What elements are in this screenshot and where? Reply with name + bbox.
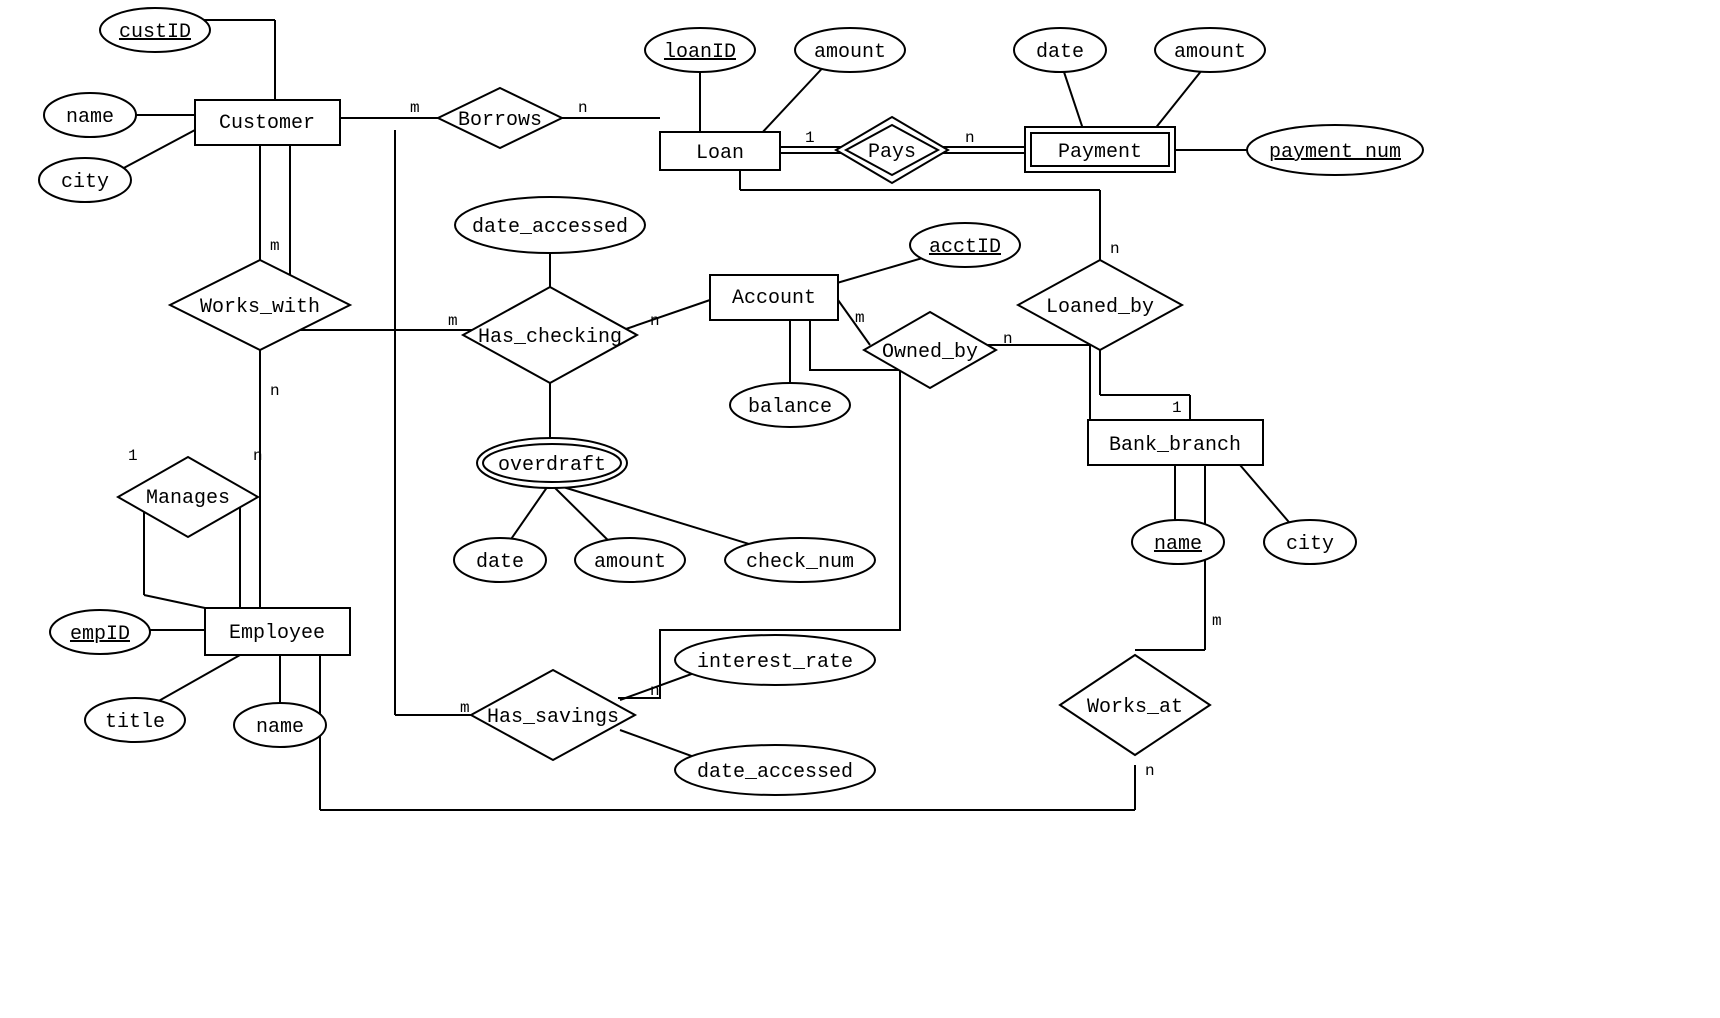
attr-empid-label: empID xyxy=(70,623,130,646)
attr-bb-city: city xyxy=(1264,520,1356,564)
card-borrows-m: m xyxy=(410,99,420,117)
card-ww-m: m xyxy=(270,237,280,255)
attr-hs-date-accessed-label: date_accessed xyxy=(697,761,853,784)
attr-pay-amount-label: amount xyxy=(1174,41,1246,64)
attr-balance-label: balance xyxy=(748,396,832,419)
card-ob-m: m xyxy=(855,309,865,327)
attr-emp-name: name xyxy=(234,703,326,747)
attr-acctid-label: acctID xyxy=(929,236,1001,259)
rel-has-savings-label: Has_savings xyxy=(487,706,619,729)
rel-has-checking-label: Has_checking xyxy=(478,326,622,349)
attr-hs-interest: interest_rate xyxy=(675,635,875,685)
attr-hc-date-accessed: date_accessed xyxy=(455,197,645,253)
card-ww-n: n xyxy=(270,382,280,400)
card-wa-m: m xyxy=(1212,612,1222,630)
attr-loanid-label: loanID xyxy=(664,41,736,64)
attr-loan-amount: amount xyxy=(795,28,905,72)
attr-pay-date-label: date xyxy=(1036,41,1084,64)
attr-payment-num: payment_num xyxy=(1247,125,1423,175)
attr-emp-title: title xyxy=(85,698,185,742)
attr-cust-city-label: city xyxy=(61,171,109,194)
rel-has-checking: Has_checking xyxy=(463,287,637,383)
attr-cust-name: name xyxy=(44,93,136,137)
attr-cust-name-label: name xyxy=(66,106,114,129)
rel-borrows: Borrows xyxy=(438,88,562,148)
attr-od-checknum: check_num xyxy=(725,538,875,582)
attr-od-date: date xyxy=(454,538,546,582)
rel-works-at: Works_at xyxy=(1060,655,1210,755)
rel-loaned-by: Loaned_by xyxy=(1018,260,1182,350)
rel-manages-label: Manages xyxy=(146,487,230,510)
rel-works-at-label: Works_at xyxy=(1087,696,1183,719)
entity-customer-label: Customer xyxy=(219,112,315,135)
entity-payment-label: Payment xyxy=(1058,141,1142,164)
rel-pays-label: Pays xyxy=(868,141,916,164)
entity-employee: Employee xyxy=(205,608,350,655)
attr-loanid: loanID xyxy=(645,28,755,72)
attr-od-amount: amount xyxy=(575,538,685,582)
attr-cust-city: city xyxy=(39,158,131,202)
rel-manages: Manages xyxy=(118,457,258,537)
card-mgr-n: n xyxy=(253,447,263,465)
attr-overdraft: overdraft xyxy=(477,438,627,488)
card-hs-n: n xyxy=(650,682,660,700)
card-borrows-n: n xyxy=(578,99,588,117)
attr-balance: balance xyxy=(730,383,850,427)
attr-hc-date-accessed-label: date_accessed xyxy=(472,216,628,239)
rel-works-with-label: Works_with xyxy=(200,296,320,319)
rel-loaned-by-label: Loaned_by xyxy=(1046,296,1154,319)
entity-employee-label: Employee xyxy=(229,622,325,645)
card-hc-n: n xyxy=(650,312,660,330)
entity-payment: Payment xyxy=(1025,127,1175,172)
card-mgr-1: 1 xyxy=(128,447,138,465)
attr-hs-interest-label: interest_rate xyxy=(697,651,853,674)
card-ob-n: n xyxy=(1003,330,1013,348)
attr-bb-name-label: name xyxy=(1154,533,1202,556)
er-diagram: Customer Employee Loan Payment Account B… xyxy=(0,0,1720,1018)
attr-pay-date: date xyxy=(1014,28,1106,72)
attr-pay-amount: amount xyxy=(1155,28,1265,72)
rel-owned-by: Owned_by xyxy=(864,312,996,388)
attr-emp-title-label: title xyxy=(105,711,165,734)
attr-custid-label: custID xyxy=(119,21,191,44)
attr-od-date-label: date xyxy=(476,551,524,574)
entity-bank-branch: Bank_branch xyxy=(1088,420,1263,465)
card-pays-1: 1 xyxy=(805,129,815,147)
card-hc-m: m xyxy=(448,312,458,330)
entity-bank-branch-label: Bank_branch xyxy=(1109,434,1241,457)
attr-emp-name-label: name xyxy=(256,716,304,739)
attr-payment-num-label: payment_num xyxy=(1269,141,1401,164)
attr-bb-name: name xyxy=(1132,520,1224,564)
attr-custid: custID xyxy=(100,8,210,52)
attr-bb-city-label: city xyxy=(1286,533,1334,556)
attr-overdraft-label: overdraft xyxy=(498,454,606,477)
attr-empid: empID xyxy=(50,610,150,654)
entity-loan-label: Loan xyxy=(696,142,744,165)
card-lb-n: n xyxy=(1110,240,1120,258)
attr-hs-date-accessed: date_accessed xyxy=(675,745,875,795)
card-pays-n: n xyxy=(965,129,975,147)
attr-od-amount-label: amount xyxy=(594,551,666,574)
entity-account: Account xyxy=(710,275,838,320)
card-wa-n: n xyxy=(1145,762,1155,780)
rel-pays: Pays xyxy=(836,117,948,183)
attr-loan-amount-label: amount xyxy=(814,41,886,64)
entity-loan: Loan xyxy=(660,132,780,170)
entity-customer: Customer xyxy=(195,100,340,145)
rel-works-with: Works_with xyxy=(170,260,350,350)
rel-has-savings: Has_savings xyxy=(471,670,635,760)
card-lb-1: 1 xyxy=(1172,399,1182,417)
rel-owned-by-label: Owned_by xyxy=(882,341,978,364)
card-hs-m: m xyxy=(460,699,470,717)
rel-borrows-label: Borrows xyxy=(458,109,542,132)
attr-acctid: acctID xyxy=(910,223,1020,267)
attr-od-checknum-label: check_num xyxy=(746,551,854,574)
entity-account-label: Account xyxy=(732,287,816,310)
